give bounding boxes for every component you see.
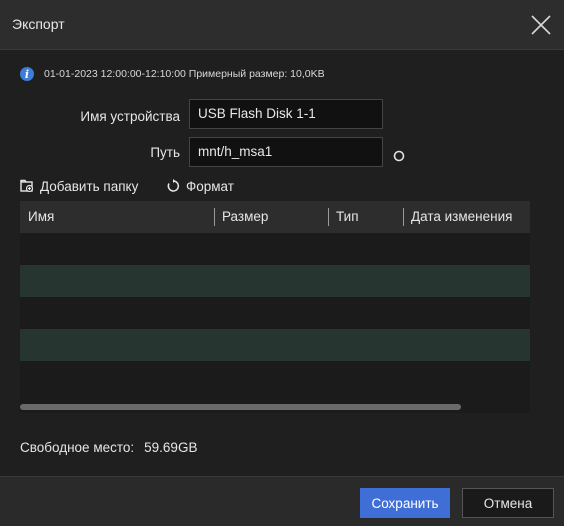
dialog-title: Экспорт xyxy=(12,16,65,32)
column-type[interactable]: Тип xyxy=(336,209,359,224)
table-row[interactable] xyxy=(20,329,530,361)
horizontal-scrollbar[interactable] xyxy=(20,404,461,410)
column-size[interactable]: Размер xyxy=(222,209,268,224)
path-label: Путь xyxy=(150,145,180,160)
format-label: Формат xyxy=(186,178,234,194)
table-row[interactable] xyxy=(20,265,530,297)
column-separator[interactable] xyxy=(214,208,215,226)
folder-add-icon xyxy=(20,179,34,193)
add-folder-button[interactable]: Добавить папку xyxy=(20,177,138,195)
title-bar: Экспорт xyxy=(0,0,564,50)
info-row: i 01-01-2023 12:00:00-12:10:00 Примерный… xyxy=(20,66,325,82)
path-field[interactable] xyxy=(189,137,383,167)
free-space: Свободное место: 59.69GB xyxy=(20,440,197,455)
info-icon: i xyxy=(20,67,34,81)
table-row[interactable] xyxy=(20,297,530,329)
table-row[interactable] xyxy=(20,361,530,393)
info-text: 01-01-2023 12:00:00-12:10:00 Примерный р… xyxy=(44,68,325,80)
column-date[interactable]: Дата изменения xyxy=(411,209,512,224)
free-space-label: Свободное место: xyxy=(20,440,135,455)
export-dialog: Экспорт i 01-01-2023 12:00:00-12:10:00 П… xyxy=(0,0,564,526)
cancel-button[interactable]: Отмена xyxy=(462,488,554,518)
device-name-label: Имя устройства xyxy=(80,109,180,124)
format-button[interactable]: Формат xyxy=(166,177,234,195)
column-name[interactable]: Имя xyxy=(28,209,54,224)
file-table: Имя Размер Тип Дата изменения xyxy=(20,201,530,413)
table-row[interactable] xyxy=(20,233,530,265)
table-header: Имя Размер Тип Дата изменения xyxy=(20,201,530,233)
close-icon xyxy=(531,15,551,35)
column-separator[interactable] xyxy=(328,208,329,226)
column-separator[interactable] xyxy=(403,208,404,226)
device-name-field[interactable] xyxy=(189,99,383,129)
browse-circle-icon[interactable] xyxy=(392,149,406,163)
refresh-icon xyxy=(167,179,180,192)
dialog-footer: Сохранить Отмена xyxy=(0,476,564,526)
free-space-value: 59.69GB xyxy=(144,440,198,455)
save-button[interactable]: Сохранить xyxy=(360,488,450,518)
close-button[interactable] xyxy=(524,8,558,42)
add-folder-label: Добавить папку xyxy=(40,178,139,194)
